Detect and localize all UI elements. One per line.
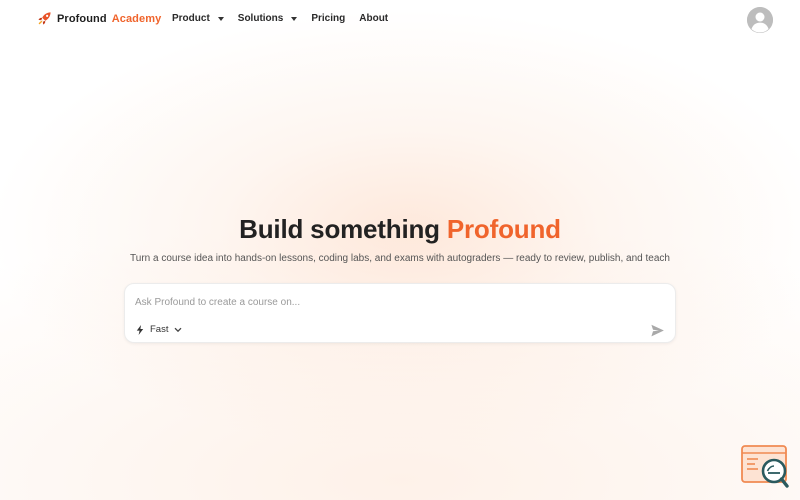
nav-product-label: Product xyxy=(172,13,210,24)
nav-pricing[interactable]: Pricing xyxy=(311,13,345,24)
nav-pricing-label: Pricing xyxy=(311,13,346,24)
hero-section: Build something Profound Turn a course i… xyxy=(0,214,800,264)
nav-product[interactable]: Product xyxy=(172,13,224,24)
chevron-down-icon xyxy=(291,16,298,21)
brand-name-primary: Profound xyxy=(57,12,107,25)
course-prompt-box: Fast xyxy=(124,283,676,343)
hero-title-main: Build something xyxy=(239,214,440,244)
rocket-icon xyxy=(37,11,52,26)
mode-label: Fast xyxy=(150,324,169,335)
brand-logo[interactable]: Profound Academy xyxy=(37,11,161,26)
nav-solutions-label: Solutions xyxy=(237,13,284,24)
magnifier-chat-icon xyxy=(741,445,789,488)
nav-about-label: About xyxy=(359,13,389,24)
nav-about[interactable]: About xyxy=(359,13,388,24)
brand-name-accent: Academy xyxy=(111,12,162,25)
nav-solutions[interactable]: Solutions xyxy=(238,13,298,24)
user-avatar-icon xyxy=(747,7,773,33)
top-navbar: Profound Academy Product Solutions Prici… xyxy=(0,0,800,40)
chevron-down-icon xyxy=(217,16,224,21)
search-help-widget[interactable] xyxy=(740,444,792,490)
course-prompt-input[interactable] xyxy=(135,294,655,310)
send-button[interactable] xyxy=(650,323,665,338)
chevron-down-icon xyxy=(175,327,182,332)
mode-selector[interactable]: Fast xyxy=(136,324,182,335)
hero-title-accent: Profound xyxy=(446,214,561,244)
hero-subtitle: Turn a course idea into hands-on lessons… xyxy=(130,253,670,264)
lightning-icon xyxy=(136,324,144,335)
main-menu: Product Solutions Pricing About xyxy=(172,13,402,24)
user-avatar-button[interactable] xyxy=(747,7,773,33)
hero-title: Build something Profound xyxy=(0,214,800,245)
send-icon xyxy=(651,324,664,337)
